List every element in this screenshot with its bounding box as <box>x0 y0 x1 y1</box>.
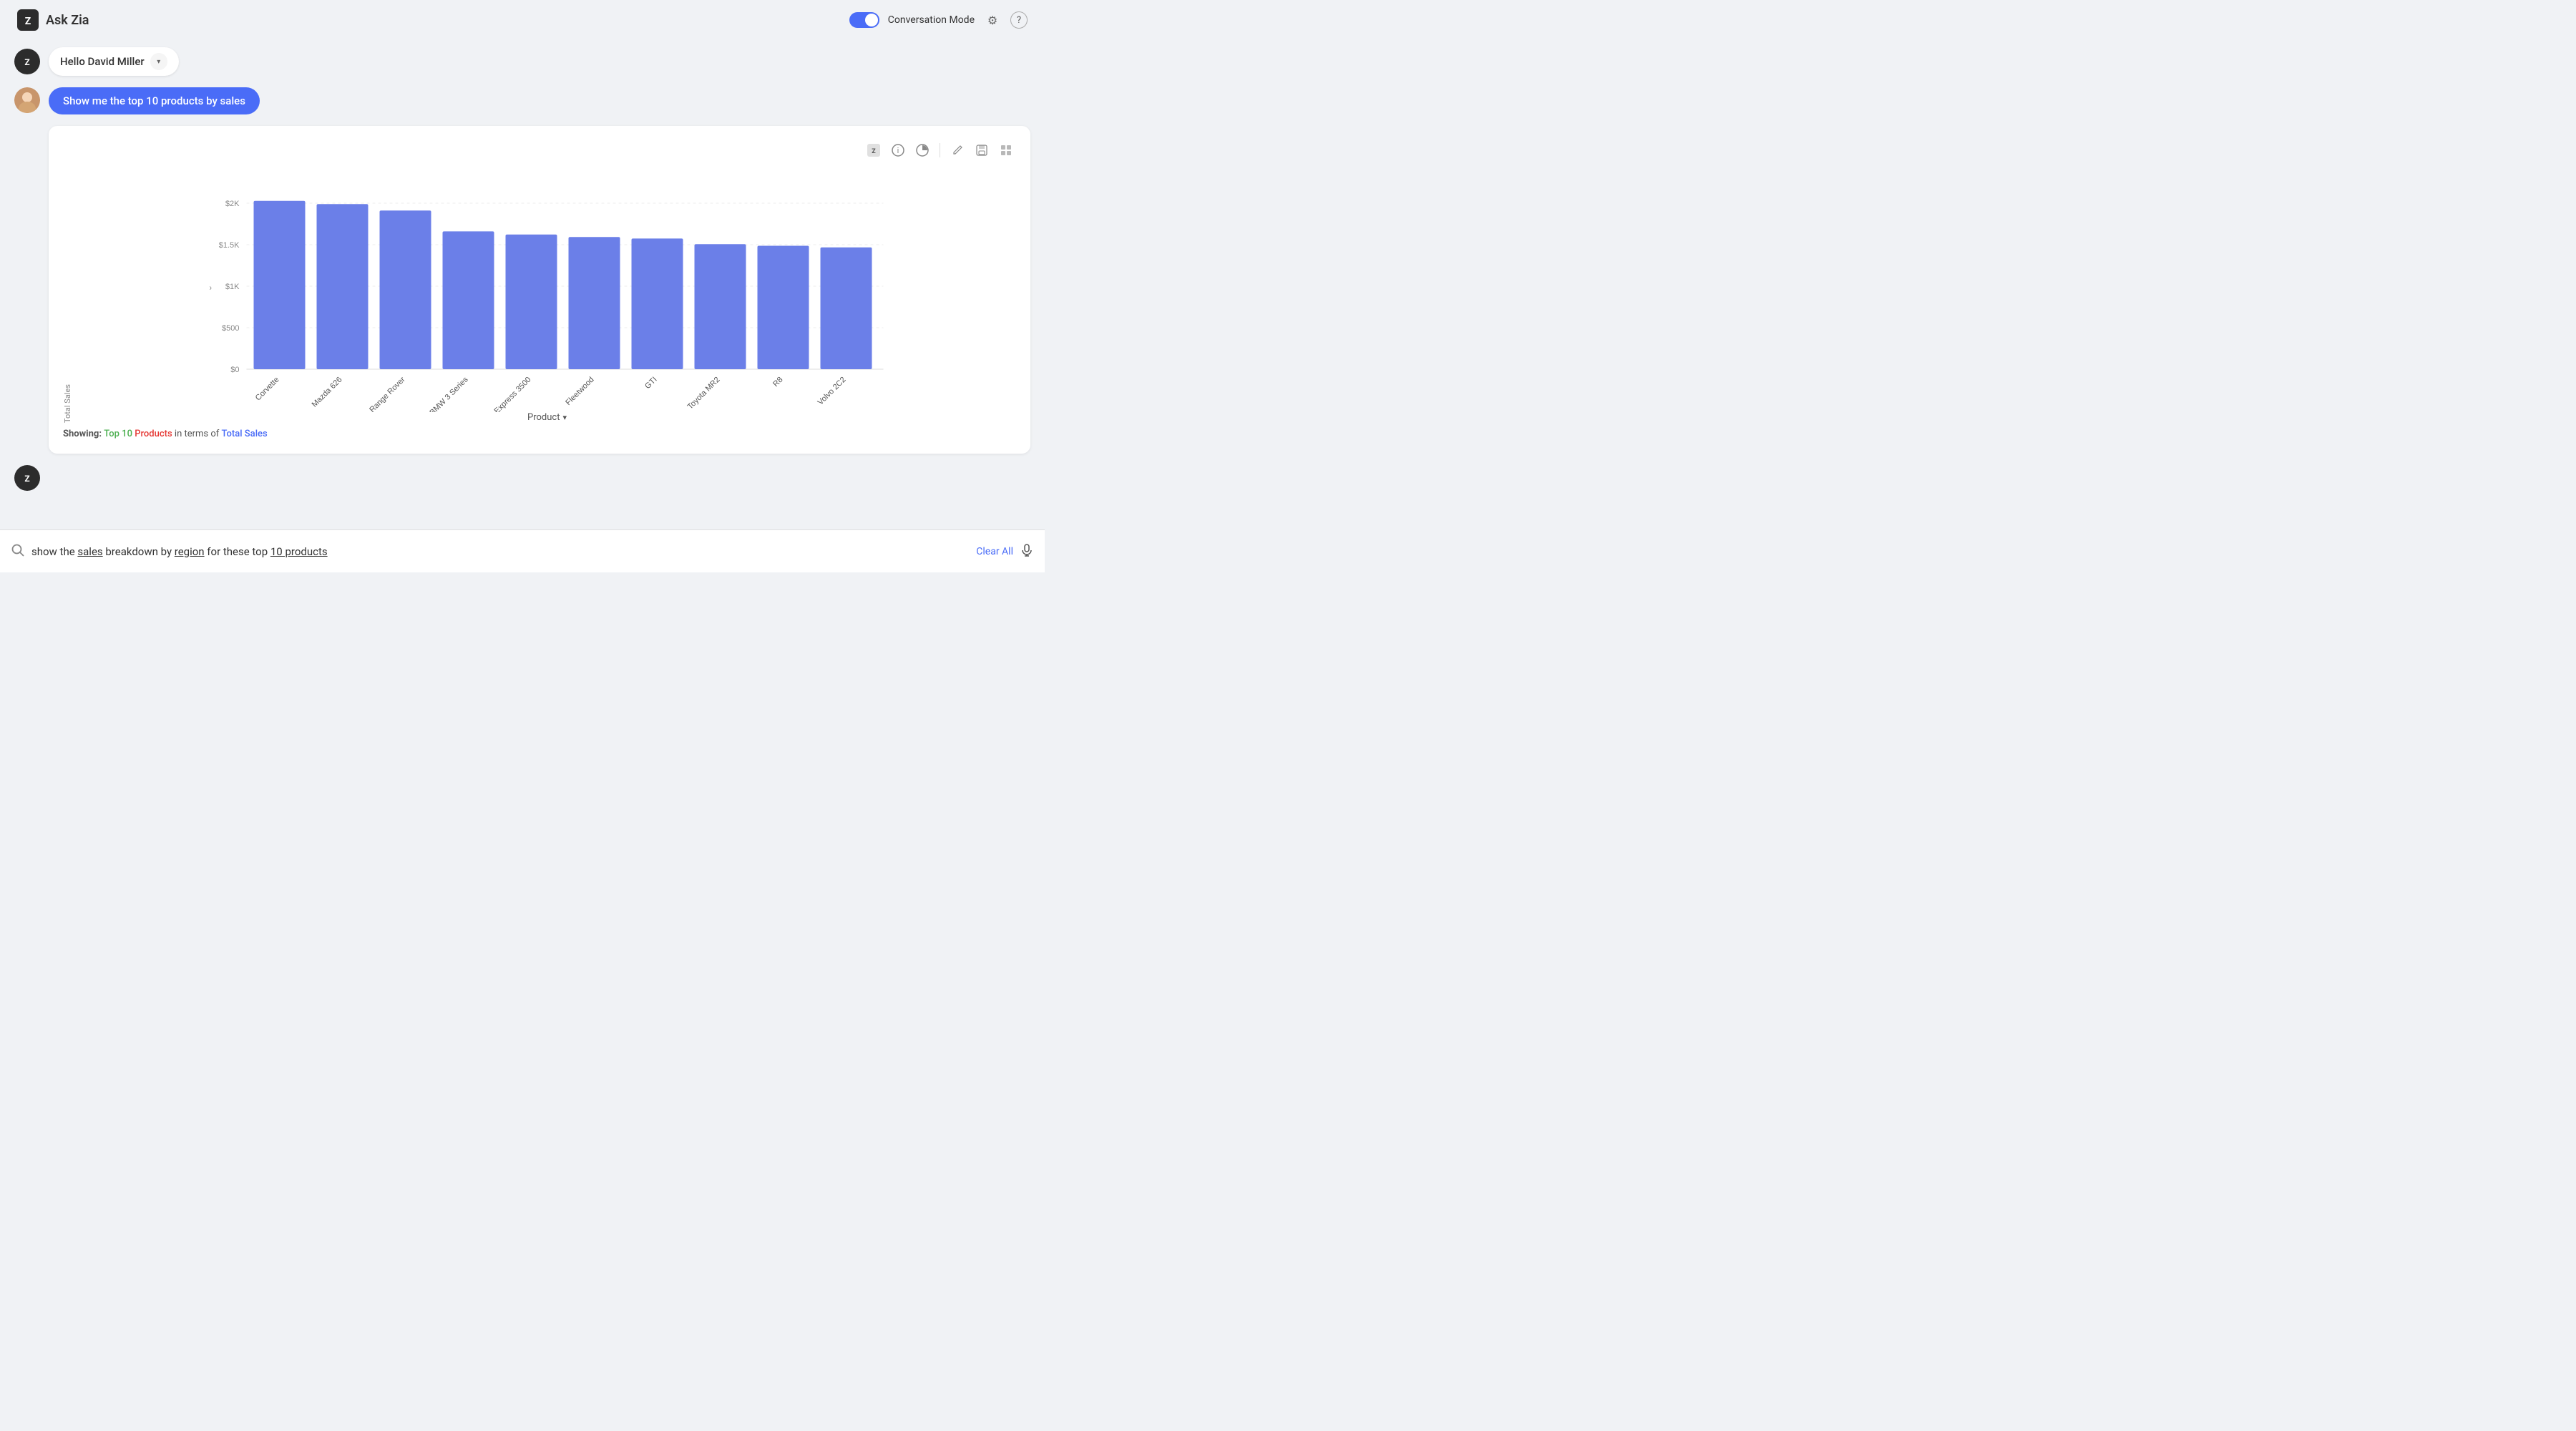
bar-bmw3series[interactable] <box>443 231 494 369</box>
svg-text:Range Rover: Range Rover <box>368 375 407 412</box>
svg-text:$0: $0 <box>230 366 239 374</box>
showing-text: Showing: Top 10 Products in terms of Tot… <box>63 429 1016 439</box>
chart-area: Total Sales $0 $500 $1K $1.5K $2K <box>63 169 1016 423</box>
x-axis-label-text: Product <box>527 412 560 423</box>
svg-text:Z: Z <box>872 148 876 155</box>
zia-avatar: Z <box>14 49 40 74</box>
svg-text:Z: Z <box>24 474 29 484</box>
showing-total-sales: Total Sales <box>222 429 268 439</box>
search-input-display: show the sales breakdown by region for t… <box>31 545 969 558</box>
user-avatar-image <box>14 87 40 113</box>
bar-chart-svg: $0 $500 $1K $1.5K $2K › <box>78 169 1016 412</box>
info-toolbar-icon[interactable]: i <box>888 140 908 160</box>
search-bar: show the sales breakdown by region for t… <box>0 529 1045 572</box>
svg-text:Toyota MR2: Toyota MR2 <box>686 376 722 411</box>
main-content: Z Hello David Miller ▾ Show me the top 1… <box>0 40 1045 529</box>
svg-text:Corvette: Corvette <box>254 376 281 403</box>
showing-label: Showing: <box>63 429 102 439</box>
conversation-mode-toggle[interactable] <box>849 12 879 28</box>
svg-text:i: i <box>897 146 899 155</box>
bar-r8[interactable] <box>758 246 809 370</box>
bar-fleetwood[interactable] <box>569 237 620 369</box>
svg-text:GTI: GTI <box>643 376 658 391</box>
greeting-bubble: Hello David Miller ▾ <box>49 47 179 76</box>
microphone-icon[interactable] <box>1020 544 1033 560</box>
svg-text:$1.5K: $1.5K <box>219 241 240 250</box>
chart-content: $0 $500 $1K $1.5K $2K › <box>78 169 1016 423</box>
x-axis-label-chevron[interactable]: ▾ <box>562 413 567 422</box>
bar-gti[interactable] <box>632 238 683 369</box>
toggle-knob <box>865 14 878 26</box>
header-left: Z Ask Zia <box>17 9 89 31</box>
zia-avatar-bottom: Z <box>14 465 40 491</box>
chart-type-toolbar-icon[interactable] <box>912 140 932 160</box>
chart-toolbar: Z i <box>63 140 1016 160</box>
svg-text:Volvo 2C2: Volvo 2C2 <box>816 376 848 407</box>
svg-text:$1K: $1K <box>225 283 240 291</box>
svg-text:BMW 3 Series: BMW 3 Series <box>428 375 470 412</box>
svg-text:Fleetwood: Fleetwood <box>564 376 595 407</box>
edit-toolbar-icon[interactable] <box>947 140 967 160</box>
svg-text:Z: Z <box>25 16 31 27</box>
greeting-text: Hello David Miller <box>60 55 145 68</box>
user-message-bubble: Show me the top 10 products by sales <box>49 87 260 114</box>
app-title: Ask Zia <box>46 13 89 28</box>
save-toolbar-icon[interactable] <box>972 140 992 160</box>
settings-icon[interactable]: ⚙ <box>983 11 1002 29</box>
svg-text:Mazda 626: Mazda 626 <box>311 376 344 409</box>
greeting-row: Z Hello David Miller ▾ <box>14 47 1030 76</box>
svg-text:›: › <box>210 283 213 293</box>
region-underline: region <box>175 545 205 558</box>
zia-bottom-row: Z <box>14 465 1030 491</box>
svg-text:Express 3500: Express 3500 <box>493 376 533 412</box>
user-message-row: Show me the top 10 products by sales <box>14 87 1030 114</box>
svg-text:R8: R8 <box>771 376 784 389</box>
grid-toolbar-icon[interactable] <box>996 140 1016 160</box>
svg-text:$500: $500 <box>222 324 239 333</box>
showing-products: Products <box>135 429 172 439</box>
bar-mazda626[interactable] <box>317 204 369 369</box>
y-axis-label: Total Sales <box>63 169 72 423</box>
zia-logo-icon: Z <box>17 9 39 31</box>
bar-toyota-mr2[interactable] <box>695 244 746 369</box>
sales-underline: sales <box>77 545 102 558</box>
conversation-mode-label: Conversation Mode <box>888 14 975 26</box>
search-icon <box>11 544 24 560</box>
bar-range-rover[interactable] <box>380 210 431 369</box>
showing-top10: Top 10 <box>104 429 135 439</box>
svg-text:$2K: $2K <box>225 200 240 208</box>
10products-underline: 10 products <box>270 545 328 558</box>
clear-all-button[interactable]: Clear All <box>976 546 1013 557</box>
header-right: Conversation Mode ⚙ ? <box>849 11 1028 29</box>
svg-text:Z: Z <box>24 57 29 67</box>
bar-corvette[interactable] <box>254 201 306 369</box>
showing-in-terms: in terms of <box>175 429 222 439</box>
header: Z Ask Zia Conversation Mode ⚙ ? <box>0 0 1045 40</box>
greeting-chevron-button[interactable]: ▾ <box>150 53 167 70</box>
x-axis-label-container: Product ▾ <box>78 412 1016 423</box>
user-avatar <box>14 87 40 113</box>
chart-card: Z i <box>49 126 1030 454</box>
zia-toolbar-icon[interactable]: Z <box>864 140 884 160</box>
bar-express3500[interactable] <box>506 235 557 369</box>
help-icon[interactable]: ? <box>1010 11 1028 29</box>
bar-volvo2c2[interactable] <box>821 248 872 369</box>
